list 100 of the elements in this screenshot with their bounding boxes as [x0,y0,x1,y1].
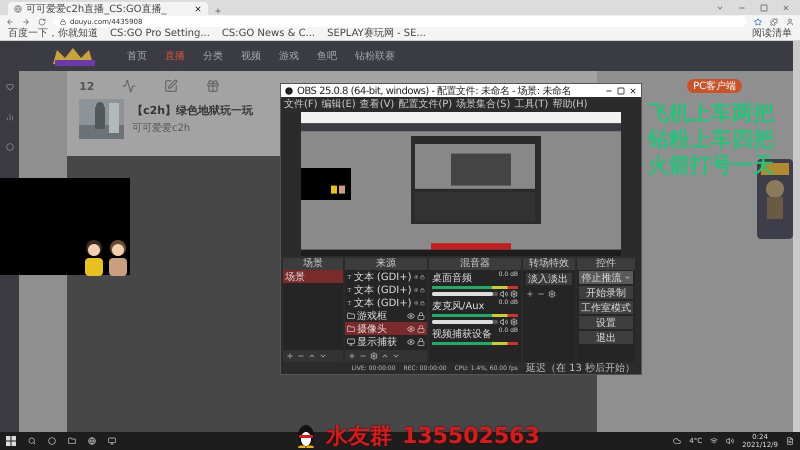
source-item[interactable]: 显示捕获 [345,335,427,348]
room-title: 【c2h】绿色地狱玩一玩 [132,103,254,118]
globe-icon [14,4,22,12]
reload-icon[interactable] [38,18,46,26]
volume-icon[interactable] [500,318,508,326]
eye-icon[interactable] [414,272,418,280]
scrollbar[interactable] [793,41,800,432]
eye-icon[interactable] [407,324,415,332]
close-icon[interactable] [629,86,637,94]
client-badge[interactable]: PC客户端 [687,79,742,93]
transition-select[interactable]: 淡入淡出 [526,273,572,285]
lock-icon[interactable] [420,272,426,280]
add-icon[interactable] [348,352,356,360]
settings-icon[interactable] [510,290,518,298]
bookmark[interactable]: SEPLAY赛玩网 - SE... [327,28,426,40]
source-item[interactable]: 文本 (GDI+) [345,270,427,283]
settings-icon[interactable] [370,352,378,360]
cloud-icon [673,437,682,445]
bookmark[interactable]: CS:GO Pro Setting... [110,28,210,40]
menu-item[interactable]: 帮助(H) [552,96,588,110]
close-icon[interactable] [194,4,202,12]
lock-icon[interactable] [420,286,426,294]
bookmark[interactable]: CS:GO News & C... [222,28,316,40]
source-item[interactable]: 文本 (GDI+) [345,283,427,296]
up-icon[interactable] [308,352,316,360]
group-number: 135502563 [402,424,540,448]
settings-icon[interactable] [548,290,556,298]
lock-icon[interactable] [417,312,425,320]
bookmark[interactable]: 百度一下，你就知道 [8,28,98,40]
add-icon[interactable] [286,352,294,360]
wifi-icon[interactable] [710,437,718,445]
circle-icon[interactable] [48,437,56,445]
menu-item[interactable]: 编辑(E) [322,96,356,110]
control-button[interactable]: 退出 [579,331,633,344]
delay-status: 延迟（在 13 秒后开始） [526,362,635,375]
channel-name: 视频捕获设备 [432,328,493,341]
eye-icon[interactable] [407,338,415,346]
source-item[interactable]: 文本 (GDI+) [345,296,427,309]
volume-slider[interactable] [432,320,498,324]
nav-item[interactable]: 首页 [127,49,148,63]
caret-icon [624,274,630,281]
source-item[interactable]: 游戏框 [345,309,427,322]
volume-icon[interactable] [500,290,508,298]
lock-icon[interactable] [417,338,425,346]
control-button[interactable]: 工作室模式 [579,301,633,314]
menu-item[interactable]: 查看(V) [360,96,394,110]
heart-icon[interactable] [6,83,14,91]
nav-item[interactable]: 鱼吧 [317,49,338,63]
source-item[interactable]: 摄像头 [345,322,427,335]
folder-icon [347,324,355,332]
dock-title: 混音器 [429,258,521,270]
menu-item[interactable]: 文件(F) [284,96,318,110]
reading-list[interactable]: 阅读清单 [752,28,792,40]
add-icon[interactable] [526,290,534,298]
eye-icon[interactable] [414,286,418,294]
score-count: 12 [79,80,94,92]
menu-item[interactable]: 工具(T) [514,96,548,110]
menu-item[interactable]: 配置文件(P) [398,96,452,110]
settings-icon[interactable] [510,318,518,326]
nav-item[interactable]: 分类 [203,49,224,63]
folder-icon[interactable] [68,437,76,445]
control-button[interactable]: 设置 [579,316,633,329]
eye-icon[interactable] [414,298,418,306]
star-icon[interactable] [754,18,762,26]
search-icon[interactable] [28,437,36,445]
control-button[interactable]: 开始录制 [579,286,633,299]
nav-item[interactable]: 游戏 [279,49,300,63]
scene-item[interactable]: 场景 [283,270,343,283]
overlay-text: 钻粉上车四把 [648,126,774,152]
control-button[interactable]: 停止推流 [579,271,633,284]
nav-item[interactable]: 钻粉联赛 [355,49,396,63]
new-tab-icon[interactable] [214,7,222,15]
forward-icon[interactable] [22,18,30,26]
notification-icon[interactable] [786,437,794,445]
volume-slider[interactable] [432,292,498,296]
maximize-icon[interactable] [617,86,625,94]
monitor-icon[interactable] [108,437,116,445]
chart-icon[interactable] [6,113,14,121]
lock-icon[interactable] [60,18,66,24]
up-icon[interactable] [381,352,389,360]
lock-icon[interactable] [417,324,425,332]
eye-icon[interactable] [407,312,415,320]
group-label: 水友群 [326,423,392,450]
down-icon[interactable] [319,352,327,360]
down-icon[interactable] [392,352,400,360]
nav-item[interactable]: 视频 [241,49,262,63]
folder-icon [347,312,355,320]
start-icon[interactable] [6,436,16,446]
globe-icon[interactable] [88,437,96,445]
profile-icon[interactable] [786,18,794,26]
back-icon[interactable] [6,18,14,26]
lock-icon[interactable] [420,298,426,306]
browser-tab[interactable]: 可可爱爱c2h直播_CS:GO直播_ [8,2,208,15]
app-icon [285,86,293,94]
volume-icon[interactable] [726,437,734,445]
menu-item[interactable]: 场景集合(S) [456,96,510,110]
dock-title: 控件 [577,258,635,270]
puzzle-icon[interactable] [770,18,778,26]
channel-name: 麦克风/Aux [432,300,486,313]
dock-title: 来源 [345,258,427,270]
